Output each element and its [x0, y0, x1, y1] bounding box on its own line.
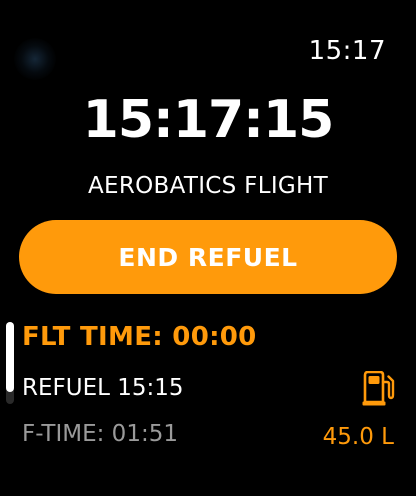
refuel-start-label: REFUEL 15:15: [22, 375, 184, 401]
flight-time-label: FLT TIME: 00:00: [22, 322, 257, 352]
fuel-amount: 45.0 L: [322, 424, 394, 450]
flight-mode-title: AEROBATICS FLIGHT: [88, 173, 328, 199]
status-clock: 15:17: [308, 36, 386, 66]
scroll-thumb[interactable]: [6, 322, 14, 392]
end-refuel-button[interactable]: END REFUEL: [19, 220, 397, 294]
f-time-label: F-TIME: 01:51: [22, 421, 178, 447]
background-glow: [14, 38, 56, 80]
end-refuel-button-label: END REFUEL: [118, 242, 298, 272]
current-time: 15:17:15: [82, 90, 335, 150]
scroll-indicator[interactable]: [6, 322, 14, 404]
fuel-pump-icon: [362, 371, 395, 406]
